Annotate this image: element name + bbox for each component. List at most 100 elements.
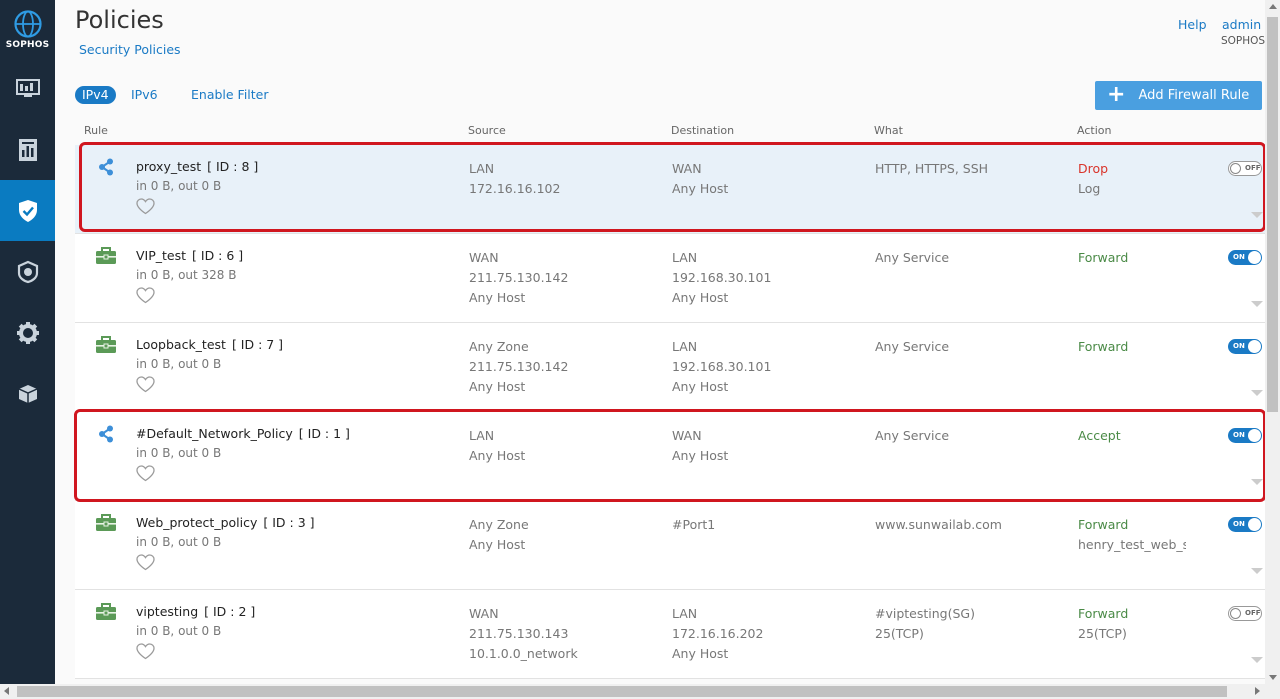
destination-cell-line: 192.168.30.101: [672, 270, 772, 285]
rule-name-text: viptesting: [136, 604, 199, 619]
heart-icon[interactable]: [136, 643, 155, 660]
user-menu[interactable]: admin: [1222, 17, 1261, 32]
action-cell-line: Forward: [1078, 339, 1129, 354]
rule-toggle[interactable]: OFF: [1228, 606, 1262, 621]
source-cell-line: Any Host: [469, 379, 526, 394]
expand-chevron-icon[interactable]: [1251, 657, 1263, 663]
toggle-label: ON: [1233, 520, 1245, 528]
source-cell-line: WAN: [469, 606, 499, 621]
destination-cell: #Port1: [672, 515, 862, 535]
nav-protect[interactable]: [0, 241, 55, 302]
main-content: Policies Security Policies Help admin SO…: [55, 0, 1265, 684]
action-cell-line: Forward: [1078, 250, 1129, 265]
what-cell: www.sunwailab.com: [875, 515, 1065, 535]
rule-name[interactable]: viptesting [ ID : 2 ]: [136, 604, 255, 619]
action-cell-line: henry_test_web_se: [1078, 537, 1186, 552]
horizontal-scrollbar[interactable]: [0, 684, 1280, 699]
enable-filter-link[interactable]: Enable Filter: [191, 87, 269, 102]
what-cell-line: Any Service: [875, 250, 950, 265]
rule-name-text: Loopback_test: [136, 337, 226, 352]
breadcrumb-security-policies[interactable]: Security Policies: [79, 42, 181, 57]
rule-name[interactable]: Loopback_test [ ID : 7 ]: [136, 337, 283, 352]
rule-traffic-stats: in 0 B, out 328 B: [136, 268, 237, 282]
rule-id: [ ID : 6 ]: [192, 248, 244, 263]
scroll-left-icon[interactable]: [4, 687, 9, 695]
expand-chevron-icon[interactable]: [1251, 568, 1263, 574]
what-cell: #viptesting(SG) 25(TCP): [875, 604, 1065, 644]
source-cell: WAN 211.75.130.143 10.1.0.0_network: [469, 604, 659, 664]
what-cell-line: www.sunwailab.com: [875, 517, 1002, 532]
scroll-right-icon[interactable]: [1255, 687, 1260, 695]
what-cell: Any Service: [875, 248, 1065, 268]
action-cell: Forward: [1078, 337, 1186, 357]
nav-reports[interactable]: [0, 119, 55, 180]
briefcase-icon: [95, 335, 117, 355]
page-title: Policies: [75, 6, 164, 34]
sidebar: SOPHOS: [0, 0, 55, 699]
source-cell-line: 211.75.130.142: [469, 359, 569, 374]
user-org: SOPHOS: [1221, 35, 1265, 47]
nav-system[interactable]: [0, 363, 55, 424]
heart-icon[interactable]: [136, 287, 155, 304]
toggle-knob: [1230, 608, 1241, 619]
rule-name[interactable]: VIP_test [ ID : 6 ]: [136, 248, 243, 263]
column-header-what: What: [874, 124, 903, 137]
heart-icon[interactable]: [136, 376, 155, 393]
rule-toggle[interactable]: ON: [1228, 339, 1262, 354]
what-cell-line: Any Service: [875, 339, 950, 354]
nav-policies[interactable]: [0, 180, 55, 241]
scroll-down-icon[interactable]: [1269, 675, 1277, 680]
toggle-knob: [1248, 340, 1261, 353]
destination-cell-line: 172.16.16.202: [672, 626, 764, 641]
shield-check-icon: [18, 199, 37, 222]
toggle-knob: [1248, 518, 1261, 531]
toggle-label: ON: [1233, 342, 1245, 350]
rule-name[interactable]: Web_protect_policy [ ID : 3 ]: [136, 515, 315, 530]
action-cell: Forward: [1078, 248, 1186, 268]
scroll-thumb[interactable]: [17, 686, 1227, 697]
expand-chevron-icon[interactable]: [1251, 301, 1263, 307]
sophos-logo[interactable]: SOPHOS: [0, 0, 55, 58]
add-firewall-rule-label: Add Firewall Rule: [1138, 88, 1250, 103]
package-icon: [18, 384, 37, 403]
add-firewall-rule-button[interactable]: + Add Firewall Rule: [1095, 81, 1262, 110]
action-cell-line: 25(TCP): [1078, 626, 1127, 641]
column-header-source: Source: [468, 124, 506, 137]
destination-cell: LAN 172.16.16.202 Any Host: [672, 604, 862, 664]
scroll-thumb[interactable]: [1267, 17, 1278, 412]
destination-cell-line: LAN: [672, 250, 698, 265]
tab-ipv6[interactable]: IPv6: [131, 87, 158, 102]
source-cell: Any Zone Any Host: [469, 515, 659, 555]
highlight-box: [79, 142, 1265, 232]
source-cell-line: 211.75.130.142: [469, 270, 569, 285]
destination-cell-line: Any Host: [672, 290, 729, 305]
table-row[interactable]: VIP_test [ ID : 6 ] in 0 B, out 328 B WAN 21…: [75, 234, 1265, 323]
source-cell: Any Zone 211.75.130.142 Any Host: [469, 337, 659, 397]
heart-icon[interactable]: [136, 554, 155, 571]
protect-icon: [17, 260, 38, 283]
help-link[interactable]: Help: [1178, 17, 1207, 32]
vertical-scrollbar[interactable]: [1265, 0, 1280, 684]
toggle-knob: [1248, 251, 1261, 264]
tab-ipv4[interactable]: IPv4: [75, 86, 116, 104]
source-cell-line: 211.75.130.143: [469, 626, 569, 641]
source-cell-line: WAN: [469, 250, 499, 265]
rule-toggle[interactable]: ON: [1228, 250, 1262, 265]
gear-icon: [16, 321, 39, 344]
logo-text: SOPHOS: [5, 39, 50, 50]
table-row[interactable]: viptesting [ ID : 2 ] in 0 B, out 0 B WAN 21…: [75, 590, 1265, 679]
expand-chevron-icon[interactable]: [1251, 390, 1263, 396]
rule-id: [ ID : 7 ]: [231, 337, 284, 352]
nav-monitor[interactable]: [0, 58, 55, 119]
nav-configure[interactable]: [0, 302, 55, 363]
monitor-icon: [15, 78, 40, 97]
scroll-up-icon[interactable]: [1269, 4, 1277, 9]
table-row[interactable]: Loopback_test [ ID : 7 ] in 0 B, out 0 B An…: [75, 323, 1265, 412]
destination-cell-line: #Port1: [672, 517, 716, 532]
source-cell-line: Any Zone: [469, 339, 529, 354]
rule-toggle[interactable]: ON: [1228, 517, 1262, 532]
table-row[interactable]: Web_protect_policy [ ID : 3 ] in 0 B, out …: [75, 501, 1265, 590]
source-cell-line: Any Host: [469, 537, 526, 552]
source-cell-line: Any Host: [469, 290, 526, 305]
column-header-rule: Rule: [84, 124, 108, 137]
